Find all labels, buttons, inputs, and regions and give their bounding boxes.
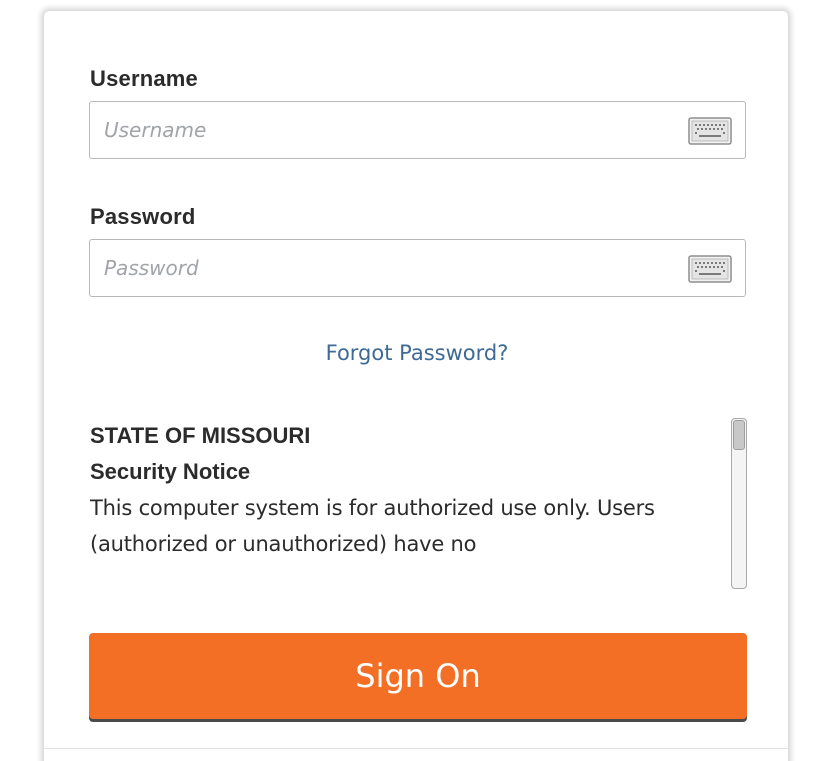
divider (44, 748, 790, 749)
login-card: Username Password (43, 10, 790, 761)
password-input[interactable] (90, 240, 670, 296)
notice-body: This computer system is for authorized u… (90, 496, 655, 556)
username-label: Username (90, 66, 198, 91)
login-page: Username Password (0, 0, 818, 761)
keyboard-icon[interactable] (688, 255, 732, 283)
sign-on-button[interactable]: Sign On (89, 633, 747, 719)
notice-org: STATE OF MISSOURI (90, 423, 311, 448)
username-input[interactable] (90, 102, 670, 158)
forgot-password-link[interactable]: Forgot Password? (44, 341, 790, 365)
security-notice: STATE OF MISSOURI Security Notice This c… (90, 418, 730, 588)
notice-scrollbar[interactable] (731, 418, 747, 589)
password-field-wrapper (89, 239, 746, 297)
notice-heading: Security Notice (90, 459, 251, 484)
keyboard-icon[interactable] (688, 117, 732, 145)
scrollbar-thumb[interactable] (733, 420, 745, 450)
password-label: Password (90, 204, 196, 229)
username-field-wrapper (89, 101, 746, 159)
